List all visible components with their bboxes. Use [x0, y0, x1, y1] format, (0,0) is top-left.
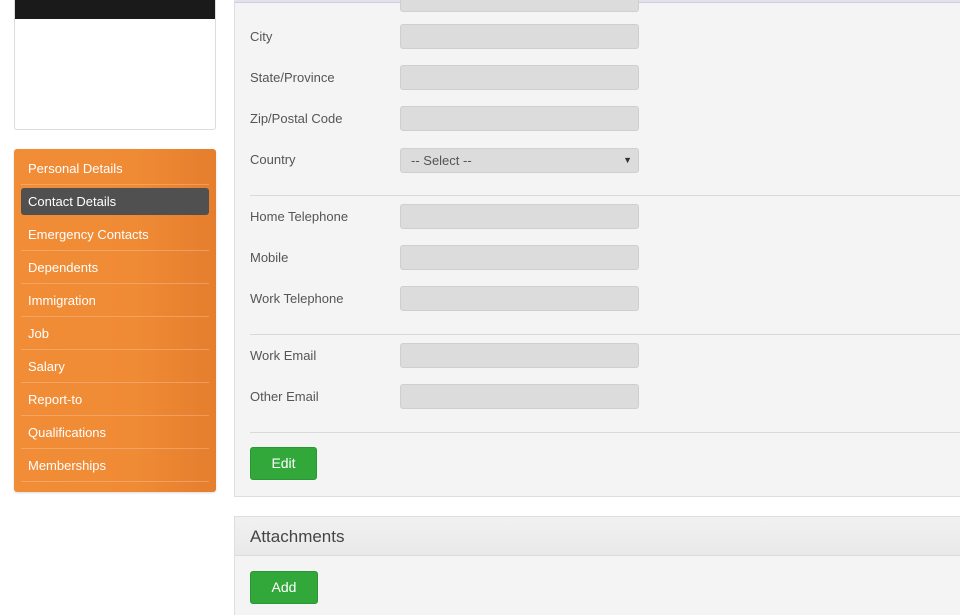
chevron-down-icon: ▼	[623, 155, 632, 165]
state-label: State/Province	[250, 70, 335, 85]
sidebar-item-report-to[interactable]: Report-to	[21, 383, 209, 416]
attachments-header: Attachments	[235, 517, 960, 556]
zip-label: Zip/Postal Code	[250, 111, 343, 126]
state-field[interactable]	[400, 65, 639, 90]
sidebar-item-salary[interactable]: Salary	[21, 350, 209, 383]
home-phone-field[interactable]	[400, 204, 639, 229]
attachments-title: Attachments	[250, 527, 345, 546]
work-email-field[interactable]	[400, 343, 639, 368]
employee-side-menu: Personal Details Contact Details Emergen…	[14, 149, 216, 492]
work-phone-field[interactable]	[400, 286, 639, 311]
add-attachment-button[interactable]: Add	[250, 571, 318, 604]
sidebar-item-qualifications[interactable]: Qualifications	[21, 416, 209, 449]
profile-photo-box	[14, 0, 216, 130]
mobile-label: Mobile	[250, 250, 289, 265]
sidebar-item-immigration[interactable]: Immigration	[21, 284, 209, 317]
section-divider	[250, 195, 960, 196]
other-email-label: Other Email	[250, 389, 319, 404]
country-select[interactable]: -- Select -- ▼	[400, 148, 639, 173]
section-divider	[250, 432, 960, 433]
sidebar-item-dependents[interactable]: Dependents	[21, 251, 209, 284]
home-phone-label: Home Telephone	[250, 209, 349, 224]
city-label: City	[250, 29, 273, 44]
work-email-label: Work Email	[250, 348, 317, 363]
country-selected-value: -- Select --	[411, 153, 472, 168]
edit-button[interactable]: Edit	[250, 447, 317, 480]
profile-name-bar	[15, 0, 215, 19]
sidebar-item-job[interactable]: Job	[21, 317, 209, 350]
sidebar-item-memberships[interactable]: Memberships	[21, 449, 209, 482]
address-street-field[interactable]	[400, 0, 639, 12]
mobile-field[interactable]	[400, 245, 639, 270]
contact-details-form: City State/Province Zip/Postal Code Coun…	[234, 0, 960, 497]
city-field[interactable]	[400, 24, 639, 49]
section-divider	[250, 334, 960, 335]
sidebar-item-emergency-contacts[interactable]: Emergency Contacts	[21, 218, 209, 251]
sidebar-item-contact-details[interactable]: Contact Details	[21, 188, 209, 215]
attachments-panel: Attachments Add	[234, 516, 960, 615]
zip-field[interactable]	[400, 106, 639, 131]
work-phone-label: Work Telephone	[250, 291, 344, 306]
other-email-field[interactable]	[400, 384, 639, 409]
country-label: Country	[250, 152, 296, 167]
sidebar-item-personal-details[interactable]: Personal Details	[21, 152, 209, 185]
